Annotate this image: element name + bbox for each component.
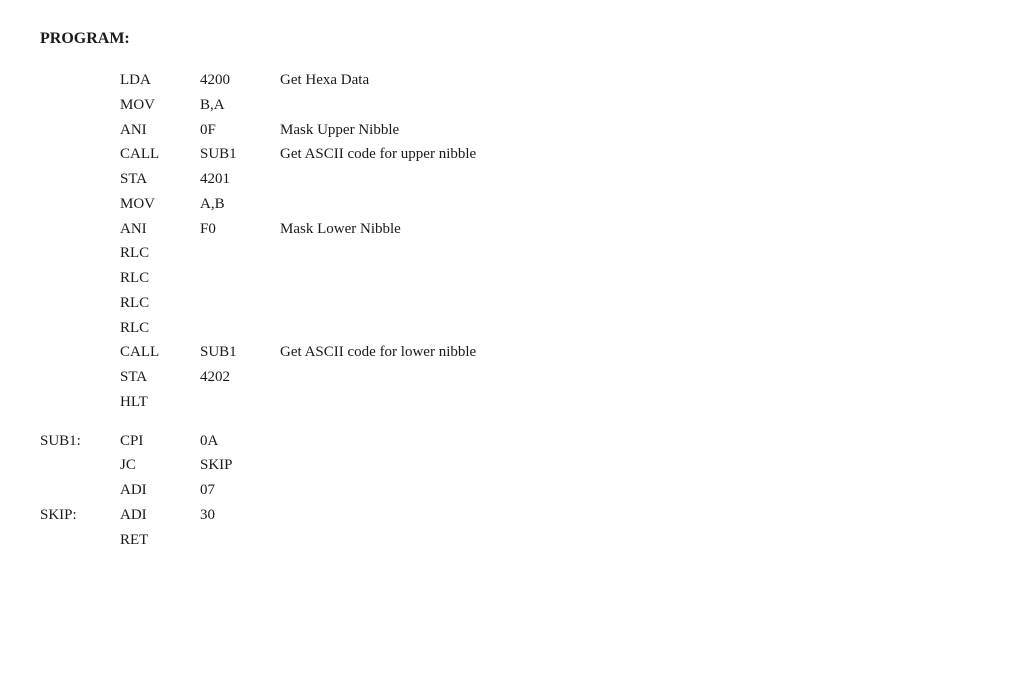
code-row: RLC [200,266,984,291]
mnemonic-col: ANI [120,118,200,143]
code-row: SKIP:ADI30 [200,503,984,528]
mnemonic-col: ADI [120,478,200,503]
operand-col: 0F [200,118,280,143]
program-heading: PROGRAM: [40,30,984,48]
mnemonic-col: MOV [120,192,200,217]
code-row: MOVB,A [200,93,984,118]
code-row: RET [200,528,984,553]
operand-col: SUB1 [200,340,280,365]
comment-col: Get ASCII code for upper nibble [280,142,476,167]
code-row: STA4201 [200,167,984,192]
label-col: SUB1: [40,429,120,454]
mnemonic-col: ANI [120,217,200,242]
comment-col: Get Hexa Data [280,68,369,93]
comment-col: Mask Upper Nibble [280,118,399,143]
code-row: CALLSUB1Get ASCII code for lower nibble [200,340,984,365]
mnemonic-col: HLT [120,390,200,415]
operand-col: A,B [200,192,280,217]
operand-col: 0A [200,429,280,454]
code-row: STA4202 [200,365,984,390]
operand-col: 4200 [200,68,280,93]
mnemonic-col: ADI [120,503,200,528]
mnemonic-col: RLC [120,266,200,291]
mnemonic-col: RET [120,528,200,553]
code-row: ANI0FMask Upper Nibble [200,118,984,143]
mnemonic-col: RLC [120,241,200,266]
mnemonic-col: MOV [120,93,200,118]
mnemonic-col: STA [120,167,200,192]
mnemonic-col: LDA [120,68,200,93]
code-row: SUB1:CPI0A [200,429,984,454]
code-row: ANIF0Mask Lower Nibble [200,217,984,242]
spacer-row [200,415,984,429]
code-row: MOVA,B [200,192,984,217]
code-row: CALLSUB1Get ASCII code for upper nibble [200,142,984,167]
operand-col: F0 [200,217,280,242]
label-col: SKIP: [40,503,120,528]
operand-col: 4201 [200,167,280,192]
mnemonic-col: CALL [120,340,200,365]
code-table: LDA4200Get Hexa DataMOVB,AANI0FMask Uppe… [200,68,984,552]
operand-col: SKIP [200,453,280,478]
comment-col: Get ASCII code for lower nibble [280,340,476,365]
mnemonic-col: STA [120,365,200,390]
code-row: HLT [200,390,984,415]
operand-col: 07 [200,478,280,503]
code-row: RLC [200,316,984,341]
page-container: PROGRAM: LDA4200Get Hexa DataMOVB,AANI0F… [40,30,984,552]
program-body: LDA4200Get Hexa DataMOVB,AANI0FMask Uppe… [40,68,984,552]
operand-col: B,A [200,93,280,118]
code-row: RLC [200,291,984,316]
code-row: JCSKIP [200,453,984,478]
mnemonic-col: CALL [120,142,200,167]
comment-col: Mask Lower Nibble [280,217,401,242]
mnemonic-col: JC [120,453,200,478]
operand-col: 4202 [200,365,280,390]
operand-col: 30 [200,503,280,528]
code-row: ADI07 [200,478,984,503]
mnemonic-col: CPI [120,429,200,454]
mnemonic-col: RLC [120,291,200,316]
code-row: LDA4200Get Hexa Data [200,68,984,93]
code-row: RLC [200,241,984,266]
mnemonic-col: RLC [120,316,200,341]
operand-col: SUB1 [200,142,280,167]
